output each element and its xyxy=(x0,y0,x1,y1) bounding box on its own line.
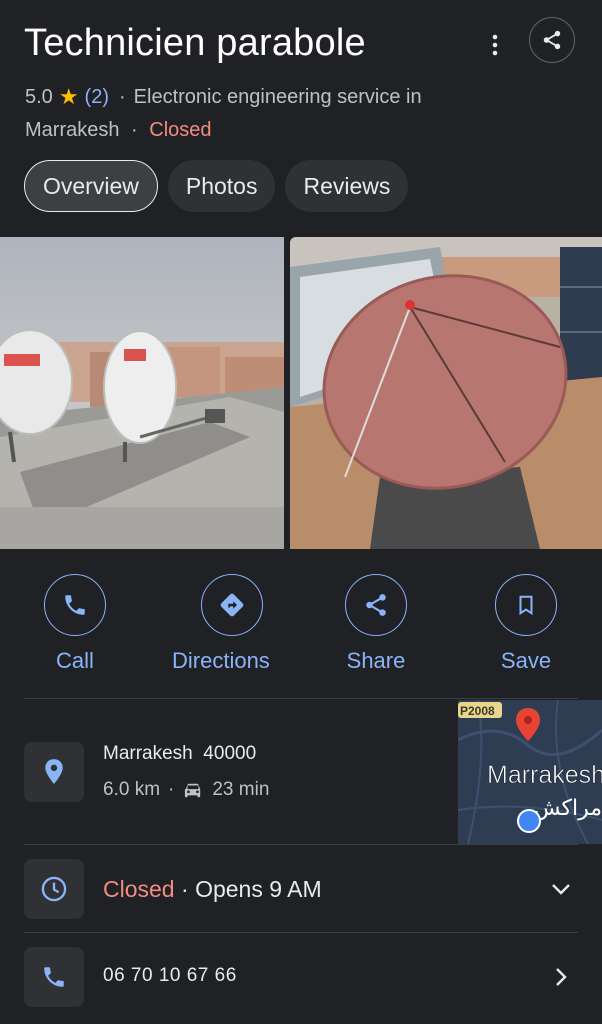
map-city-label-ar: مراكش xyxy=(533,796,602,821)
share-icon-circle xyxy=(345,574,407,636)
rooftop-dishes-image xyxy=(0,237,284,549)
car-icon xyxy=(185,783,201,798)
phone-icon xyxy=(44,967,64,987)
bookmark-icon xyxy=(519,595,533,616)
photo-strip[interactable] xyxy=(0,237,602,549)
location-status-row: Marrakesh · Closed xyxy=(25,119,212,142)
location-row-icon xyxy=(24,742,84,802)
divider xyxy=(24,932,578,933)
action-bar: Call Directions Share Save xyxy=(0,574,602,674)
tab-reviews[interactable]: Reviews xyxy=(285,160,409,212)
more-options-button[interactable] xyxy=(480,30,510,60)
tab-bar: Overview Photos Reviews xyxy=(24,160,409,212)
call-button[interactable]: Call xyxy=(44,574,106,674)
save-label: Save xyxy=(500,648,552,673)
map-thumbnail[interactable]: P2008 Marrakesh مراكش xyxy=(458,700,602,844)
divider xyxy=(24,844,578,845)
separator-dot: · xyxy=(119,85,126,108)
more-vert-icon xyxy=(492,34,498,56)
chevron-right-icon xyxy=(556,968,567,986)
tab-overview[interactable]: Overview xyxy=(24,160,158,212)
rating-row: 5.0 ★ (2) · Electronic engineering servi… xyxy=(25,84,422,110)
hours-row-icon xyxy=(24,859,84,919)
map-city-label: Marrakesh xyxy=(487,761,602,789)
share-button[interactable]: Share xyxy=(345,574,407,674)
opening-time: Opens 9 AM xyxy=(195,876,322,902)
phone-number[interactable]: 06 70 10 67 66 xyxy=(103,965,237,987)
divider xyxy=(24,698,578,699)
address-text[interactable]: Marrakesh 40000 xyxy=(103,743,256,765)
star-icon: ★ xyxy=(58,84,79,109)
call-label: Call xyxy=(56,648,94,673)
separator-dot: · xyxy=(168,779,175,800)
save-button[interactable]: Save xyxy=(495,574,557,674)
phone-icon xyxy=(65,595,85,615)
separator-dot: · xyxy=(174,876,196,902)
photo-rooftop-dishes[interactable] xyxy=(0,237,284,549)
drive-time-value: 23 min xyxy=(212,779,270,800)
share-label: Share xyxy=(346,648,406,673)
directions-icon-circle xyxy=(200,574,263,636)
phone-row-icon xyxy=(24,947,84,1007)
category-label: Electronic engineering service in xyxy=(133,85,422,108)
call-icon-circle xyxy=(44,574,106,636)
open-phone-button[interactable] xyxy=(546,962,576,992)
directions-icon xyxy=(220,593,244,617)
place-title: Technicien parabole xyxy=(24,22,366,64)
directions-label: Directions xyxy=(172,648,270,673)
distance-value: 6.0 km xyxy=(103,779,161,800)
location-pin-icon xyxy=(45,759,63,784)
separator-dot: · xyxy=(131,119,138,141)
clock-icon xyxy=(41,876,67,902)
share-header-button[interactable] xyxy=(529,17,575,63)
red-dish-image xyxy=(290,237,602,549)
share-icon xyxy=(366,594,386,616)
chevron-down-icon xyxy=(552,884,570,895)
photo-red-dish[interactable] xyxy=(290,237,602,549)
city-label: Marrakesh xyxy=(25,119,120,141)
hours-row[interactable]: Closed · Opens 9 AM xyxy=(103,876,322,903)
save-icon-circle xyxy=(495,574,557,636)
rating-value: 5.0 xyxy=(25,85,53,108)
expand-hours-button[interactable] xyxy=(546,874,576,904)
road-label: P2008 xyxy=(460,704,495,718)
tab-photos[interactable]: Photos xyxy=(167,160,276,212)
hours-status: Closed xyxy=(103,876,175,902)
map-preview: P2008 Marrakesh مراكش xyxy=(458,700,602,844)
distance-row: 6.0 km · 23 min xyxy=(103,779,269,801)
directions-button[interactable]: Directions xyxy=(172,574,270,674)
share-icon xyxy=(543,30,561,50)
status-badge: Closed xyxy=(149,119,212,141)
review-count-link[interactable]: (2) xyxy=(85,86,109,109)
